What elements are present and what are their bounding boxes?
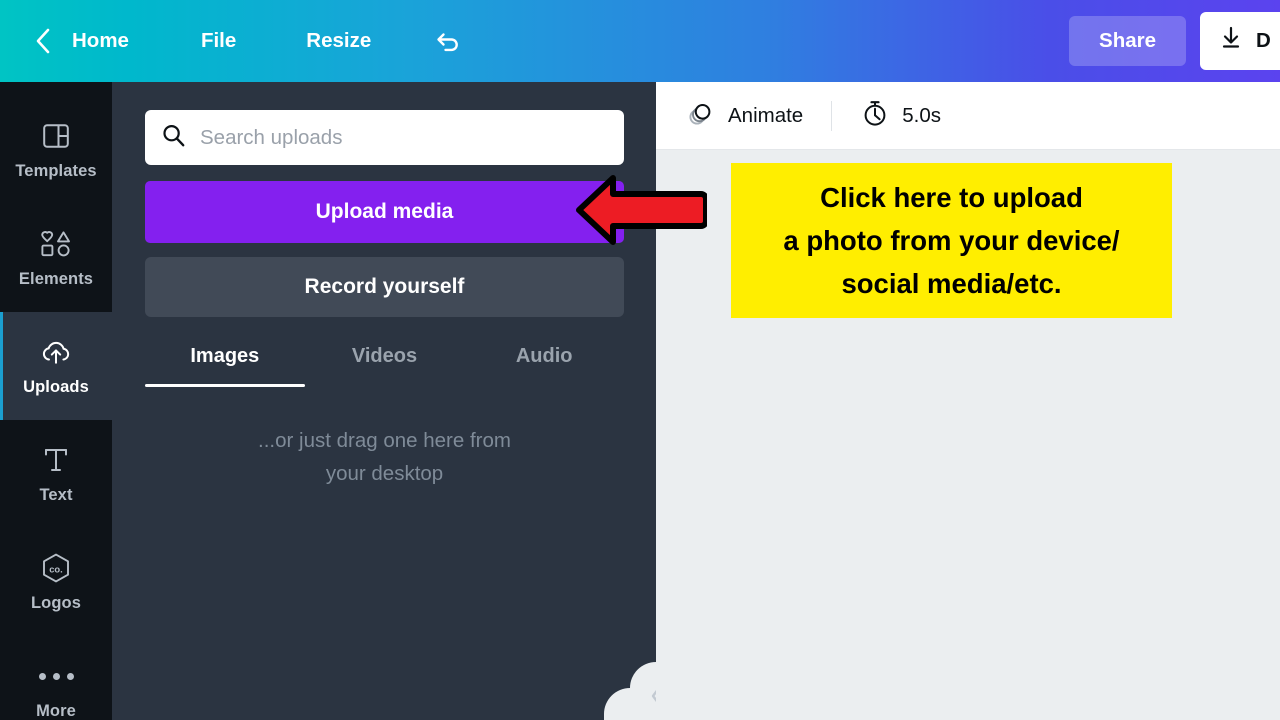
callout-line-3: social media/etc.	[841, 268, 1062, 299]
sidebar-item-more[interactable]: More	[0, 636, 112, 720]
canva-editor-window: Home File Resize Share D Templates Eleme…	[0, 0, 1280, 720]
cloud-upload-icon	[39, 335, 73, 369]
uploads-panel-content: Search uploads Upload media Record yours…	[112, 82, 656, 490]
callout-line-1: Click here to upload	[820, 182, 1083, 213]
callout-line-2: a photo from your device/	[783, 225, 1120, 256]
sidebar-item-text[interactable]: Text	[0, 420, 112, 528]
sidebar-item-label: More	[36, 702, 76, 720]
search-icon	[161, 123, 186, 153]
sidebar-item-label: Logos	[31, 594, 81, 612]
sidebar-item-logos[interactable]: co. Logos	[0, 528, 112, 636]
sidebar-item-elements[interactable]: Elements	[0, 204, 112, 312]
sidebar-item-uploads[interactable]: Uploads	[0, 312, 112, 420]
share-button[interactable]: Share	[1069, 16, 1186, 66]
animate-button[interactable]: Animate	[678, 92, 811, 139]
drag-hint-line-1: ...or just drag one here from	[258, 429, 511, 452]
red-arrow-pointing-left	[576, 175, 707, 245]
search-input-placeholder: Search uploads	[200, 125, 343, 149]
ellipsis-icon	[38, 659, 74, 693]
canvas-toolbar: Animate 5.0s	[656, 82, 1280, 150]
sidebar-item-label: Text	[39, 486, 73, 504]
page-duration-label: 5.0s	[902, 103, 941, 127]
toolbar-divider	[831, 100, 833, 131]
sidebar-item-templates[interactable]: Templates	[0, 96, 112, 204]
search-uploads-field[interactable]: Search uploads	[145, 110, 624, 165]
sidebar-item-label: Templates	[15, 162, 97, 180]
top-toolbar-right-group: Share D	[1069, 0, 1280, 82]
logo-hexagon-icon: co.	[39, 551, 73, 585]
uploads-tabs: Images Videos Audio	[145, 345, 624, 387]
file-menu-button[interactable]: File	[187, 21, 250, 61]
resize-button[interactable]: Resize	[292, 21, 385, 61]
upload-media-button[interactable]: Upload media	[145, 181, 624, 243]
shapes-icon	[39, 227, 73, 261]
text-t-icon	[41, 443, 71, 477]
svg-text:co.: co.	[49, 563, 63, 574]
page-timing-button[interactable]: 5.0s	[852, 92, 949, 139]
chevron-left-icon[interactable]	[30, 21, 56, 61]
download-icon	[1218, 25, 1244, 57]
animate-label: Animate	[728, 103, 804, 127]
left-nav-rail: Templates Elements Uploads Text co. Logo…	[0, 82, 112, 720]
yellow-instruction-callout: Click here to upload a photo from your d…	[731, 163, 1172, 318]
tab-images[interactable]: Images	[145, 345, 305, 387]
tab-videos[interactable]: Videos	[305, 345, 465, 387]
stopwatch-icon	[860, 98, 890, 133]
tab-audio[interactable]: Audio	[464, 345, 624, 387]
drag-hint-line-2: your desktop	[325, 462, 444, 485]
record-yourself-button[interactable]: Record yourself	[145, 257, 624, 317]
download-label: D	[1256, 29, 1271, 52]
download-button[interactable]: D	[1200, 12, 1280, 70]
sidebar-item-label: Uploads	[23, 378, 89, 396]
sidebar-item-label: Elements	[18, 270, 94, 288]
top-toolbar: Home File Resize Share D	[0, 0, 1280, 82]
templates-grid-icon	[41, 119, 71, 153]
top-toolbar-left-group: Home File Resize	[0, 0, 469, 82]
drag-drop-hint: ...or just drag one here from your deskt…	[145, 424, 624, 490]
animate-layers-icon	[686, 98, 716, 133]
undo-arrow-icon[interactable]	[429, 21, 469, 61]
home-button[interactable]: Home	[58, 21, 143, 61]
